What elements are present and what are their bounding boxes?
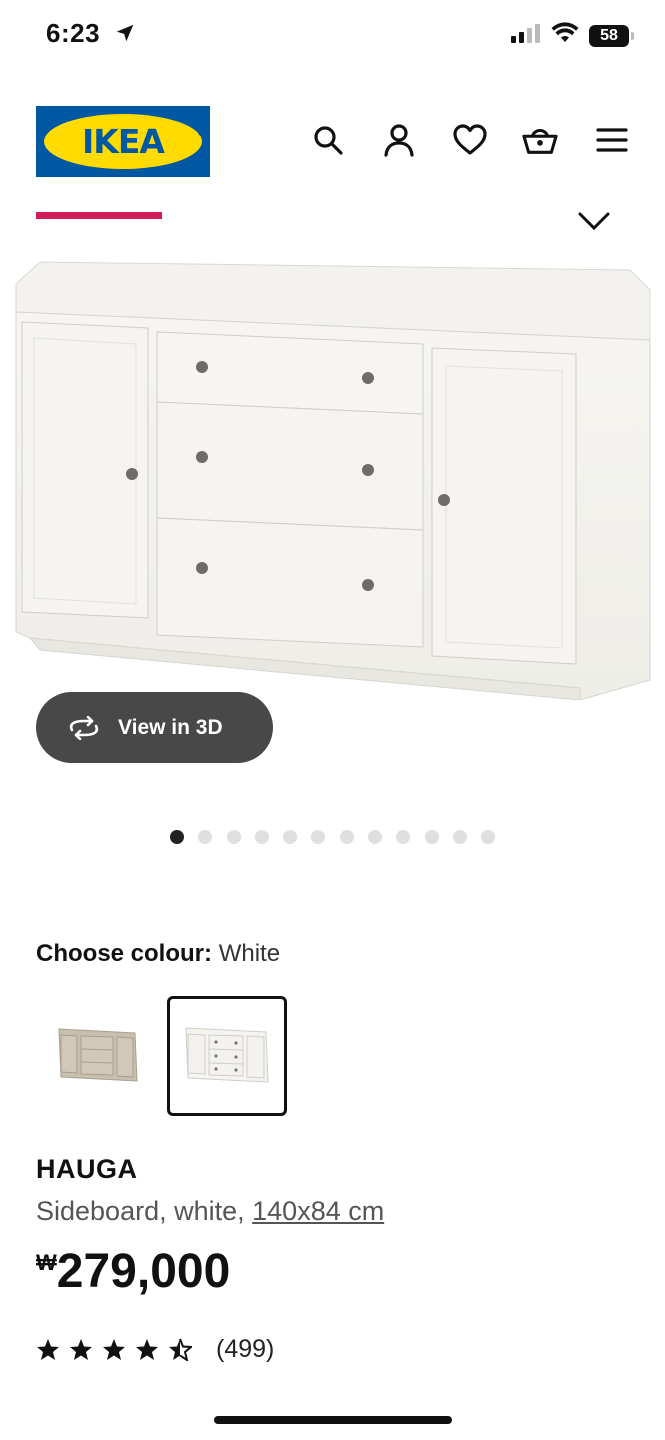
selected-colour: White [218, 940, 281, 967]
rotate-3d-icon [69, 715, 99, 740]
product-name: HAUGA [36, 1154, 138, 1184]
gallery-dot[interactable] [424, 830, 439, 844]
colour-chooser-label: Choose colour: White [36, 940, 280, 968]
product-description: Sideboard, white, 140x84 cm [36, 1196, 384, 1227]
gallery-dot[interactable] [396, 830, 411, 844]
colour-swatch-grey-beige[interactable] [38, 996, 158, 1116]
star-half-icon [169, 1338, 192, 1361]
gallery-dot[interactable] [283, 830, 298, 844]
location-arrow-icon [114, 20, 136, 51]
gallery-dot[interactable] [368, 830, 383, 844]
gallery-dot[interactable] [254, 830, 269, 844]
status-time: 6:23 [46, 18, 136, 51]
review-count: (499) [216, 1335, 275, 1363]
account-icon[interactable] [381, 122, 417, 158]
search-icon[interactable] [310, 122, 346, 158]
logo-text: IKEA [82, 122, 165, 161]
gallery-dot[interactable] [226, 830, 241, 844]
gallery-dot[interactable] [452, 830, 467, 844]
star-full-icon [70, 1339, 92, 1360]
heart-icon[interactable] [452, 122, 488, 158]
gallery-pagination [170, 830, 496, 844]
view-in-3d-label: View in 3D [118, 715, 223, 739]
price-amount: 279,000 [56, 1245, 231, 1298]
signal-icon [511, 23, 541, 48]
gallery-dot[interactable] [339, 830, 354, 844]
star-full-icon [103, 1339, 125, 1360]
product-description-text: Sideboard, white, [36, 1196, 253, 1226]
gallery-dot[interactable] [481, 830, 496, 844]
ikea-logo[interactable]: IKEA ® [36, 106, 210, 177]
gallery-dot[interactable] [198, 830, 213, 844]
view-in-3d-button[interactable]: View in 3D [36, 692, 273, 763]
menu-icon[interactable] [594, 122, 630, 158]
product-size-link[interactable]: 140x84 cm [252, 1196, 384, 1226]
price-currency: ₩ [36, 1250, 57, 1275]
rating-stars [36, 1338, 192, 1361]
gallery-dot[interactable] [311, 830, 326, 844]
chevron-down-icon[interactable] [576, 202, 612, 234]
product-rating[interactable]: (499) [36, 1335, 274, 1364]
section-indicator [36, 212, 162, 219]
battery-indicator: 58 [589, 24, 634, 47]
product-price: ₩279,000 [36, 1244, 230, 1299]
colour-label-title: Choose colour: [36, 940, 213, 967]
status-indicators: 58 [511, 22, 634, 49]
colour-swatch-white[interactable] [167, 996, 287, 1116]
star-full-icon [37, 1339, 59, 1360]
star-full-icon [136, 1339, 158, 1360]
basket-icon[interactable] [522, 122, 558, 158]
gallery-dot[interactable] [170, 830, 184, 844]
product-image[interactable] [0, 240, 665, 701]
wifi-icon [551, 22, 579, 49]
home-indicator[interactable] [214, 1416, 452, 1424]
